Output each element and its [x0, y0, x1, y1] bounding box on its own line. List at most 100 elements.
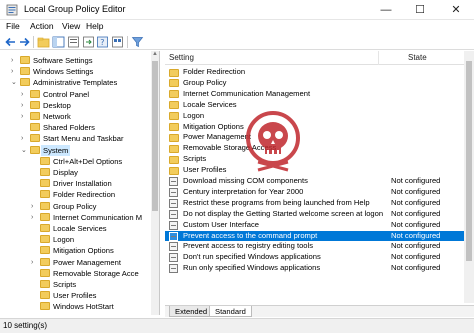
- folder-icon: [169, 68, 179, 77]
- policy-setting-icon: [169, 198, 178, 208]
- setting-name: User Profiles: [183, 165, 227, 175]
- folder-row[interactable]: Removable Storage Access: [165, 143, 465, 154]
- folder-icon: [169, 144, 179, 153]
- folder-row[interactable]: Power Management: [165, 132, 465, 143]
- settings-list[interactable]: Setting State Folder Redirection Group Po…: [165, 51, 474, 303]
- folder-icon: [169, 90, 179, 99]
- folder-icon: [40, 302, 50, 311]
- folder-icon: [20, 78, 30, 87]
- tree-item-label: Mitigation Options: [53, 246, 114, 256]
- setting-name: Don't run specified Windows applications: [183, 252, 321, 262]
- chevron-right-icon[interactable]: ›: [21, 89, 29, 100]
- column-setting[interactable]: Setting: [169, 53, 194, 62]
- policy-setting-icon: [169, 264, 178, 274]
- setting-row[interactable]: Restrict these programs from being launc…: [165, 198, 465, 209]
- view-settings-icon[interactable]: [111, 36, 124, 48]
- tree-item-label: Windows HotStart: [53, 302, 114, 312]
- folder-row[interactable]: Internet Communication Management: [165, 89, 465, 100]
- chevron-right-icon[interactable]: ›: [11, 66, 19, 77]
- policy-setting-icon: [169, 187, 178, 197]
- tree-item-label: Administrative Templates: [33, 78, 118, 88]
- chevron-right-icon[interactable]: ›: [21, 133, 29, 144]
- forward-arrow-icon[interactable]: [18, 36, 31, 48]
- menu-file[interactable]: File: [6, 21, 20, 31]
- folder-row[interactable]: Mitigation Options: [165, 122, 465, 133]
- setting-row[interactable]: Prevent access to registry editing tools…: [165, 241, 465, 252]
- status-bar: 10 setting(s): [0, 318, 474, 333]
- folder-icon: [30, 134, 40, 143]
- chevron-right-icon[interactable]: ›: [21, 111, 29, 122]
- folder-row[interactable]: Logon: [165, 111, 465, 122]
- tab-extended[interactable]: Extended: [169, 306, 214, 317]
- help-icon[interactable]: ?: [96, 36, 109, 48]
- policy-setting-icon: [169, 231, 178, 241]
- setting-row[interactable]: Do not display the Getting Started welco…: [165, 209, 465, 220]
- filter-icon[interactable]: [131, 36, 144, 48]
- list-scrollbar[interactable]: [464, 51, 474, 303]
- folder-icon: [40, 190, 50, 199]
- setting-name: Mitigation Options: [183, 121, 244, 131]
- setting-row[interactable]: Prevent access to the command prompt Not …: [165, 230, 465, 242]
- menu-action[interactable]: Action: [30, 21, 54, 31]
- policy-setting-icon: [169, 253, 178, 263]
- folder-row[interactable]: Folder Redirection: [165, 67, 465, 78]
- folder-row[interactable]: Group Policy: [165, 78, 465, 89]
- tree-item-label: Display: [53, 168, 78, 177]
- minimize-button[interactable]: —: [370, 0, 402, 20]
- setting-row[interactable]: Don't run specified Windows applications…: [165, 252, 465, 263]
- setting-name: Prevent access to the command prompt: [183, 230, 318, 240]
- folder-icon: [40, 235, 50, 244]
- tree-item-label: Driver Installation: [53, 179, 112, 189]
- column-divider[interactable]: [378, 51, 379, 65]
- chevron-right-icon[interactable]: ›: [31, 257, 39, 268]
- policy-setting-icon: [169, 220, 178, 230]
- scroll-thumb[interactable]: [152, 61, 158, 211]
- menu-help[interactable]: Help: [86, 21, 103, 31]
- tree-pane[interactable]: › Software Settings › Windows Settings ⌄ Admi…: [0, 51, 160, 315]
- folder-row[interactable]: User Profiles: [165, 165, 465, 176]
- folder-row[interactable]: Locale Services: [165, 100, 465, 111]
- chevron-down-icon[interactable]: ⌄: [21, 145, 29, 156]
- maximize-button[interactable]: ☐: [404, 0, 436, 20]
- tree-item-label: Start Menu and Taskbar: [43, 134, 124, 144]
- scroll-up-icon[interactable]: ▲: [151, 51, 159, 59]
- folder-icon: [169, 112, 179, 121]
- column-state[interactable]: State: [408, 53, 427, 62]
- tree-scrollbar[interactable]: ▲: [151, 51, 159, 315]
- folder-icon: [30, 123, 40, 132]
- setting-row[interactable]: Download missing COM components Not confi…: [165, 176, 465, 187]
- setting-name: Do not display the Getting Started welco…: [183, 208, 384, 218]
- show-hide-tree-icon[interactable]: [52, 36, 65, 48]
- export-list-icon[interactable]: [82, 36, 95, 48]
- setting-state: Not configured: [391, 230, 441, 240]
- back-arrow-icon[interactable]: [4, 36, 17, 48]
- folder-icon: [40, 212, 50, 221]
- up-folder-icon[interactable]: [37, 36, 50, 48]
- tree-item-label: Shared Folders: [43, 123, 95, 133]
- view-tabs: Extended Standard: [165, 305, 474, 317]
- folder-row[interactable]: Scripts: [165, 154, 465, 165]
- folder-icon: [30, 100, 40, 109]
- setting-state: Not configured: [391, 197, 441, 207]
- setting-row[interactable]: Custom User Interface Not configured: [165, 220, 465, 231]
- svg-text:?: ?: [100, 38, 104, 47]
- chevron-right-icon[interactable]: ›: [21, 100, 29, 111]
- close-button[interactable]: ✕: [440, 0, 472, 20]
- window-title: Local Group Policy Editor: [24, 4, 126, 14]
- policy-setting-icon: [169, 209, 178, 219]
- chevron-down-icon[interactable]: ⌄: [11, 77, 19, 88]
- properties-icon[interactable]: [67, 36, 80, 48]
- scroll-thumb[interactable]: [466, 61, 472, 261]
- setting-row[interactable]: Century interpretation for Year 2000 Not …: [165, 187, 465, 198]
- menu-view[interactable]: View: [62, 21, 80, 31]
- setting-name: Power Management: [183, 132, 251, 142]
- toolbar-separator: [33, 36, 34, 48]
- setting-name: Download missing COM components: [183, 176, 308, 185]
- chevron-right-icon[interactable]: ›: [31, 212, 39, 223]
- setting-row[interactable]: Run only specified Windows applications N…: [165, 263, 465, 274]
- chevron-right-icon[interactable]: ›: [11, 55, 19, 66]
- chevron-right-icon[interactable]: ›: [31, 201, 39, 212]
- setting-name: Internet Communication Management: [183, 88, 311, 98]
- setting-name: Scripts: [183, 154, 207, 164]
- tab-standard[interactable]: Standard: [209, 306, 252, 317]
